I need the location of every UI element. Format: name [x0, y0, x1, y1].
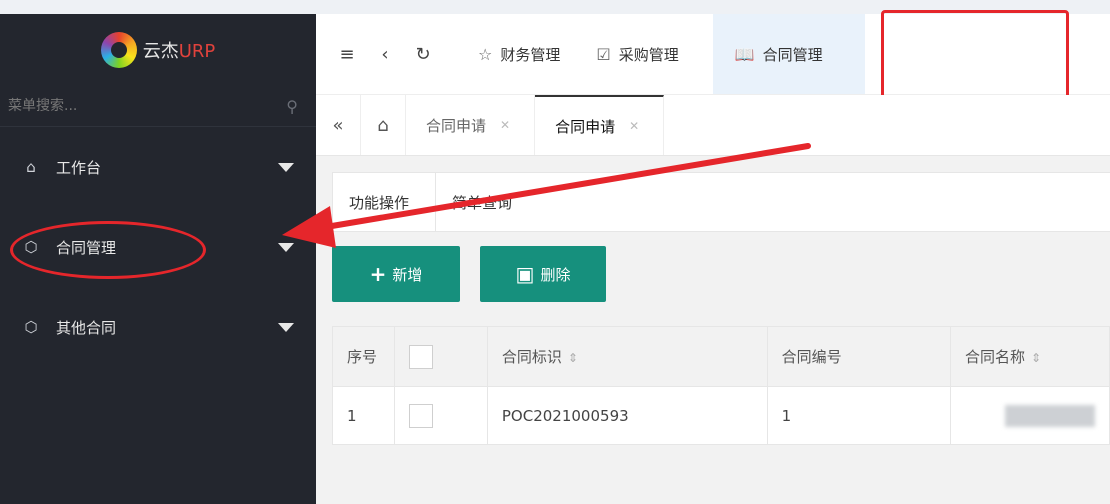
column-label: 合同标识 [501, 348, 562, 366]
top-header: ≡ ‹ ↻ ☆ 财务管理 ☑ 采购管理 📖 合同管理 [316, 14, 1110, 95]
sidebar-item-label: 合同管理 [56, 238, 117, 257]
double-chevron-left-icon[interactable]: « [316, 95, 361, 155]
cell-contract-name [950, 386, 1110, 445]
caret-down-icon [278, 162, 294, 172]
shield-check-icon: ☑ [596, 44, 611, 64]
caret-down-icon [278, 322, 294, 332]
refresh-icon[interactable]: ↻ [404, 44, 442, 65]
module-label: 合同管理 [762, 45, 823, 64]
sidebar-item-label: 工作台 [56, 158, 102, 177]
tab-contract-apply[interactable]: 合同申请 ✕ [406, 95, 536, 155]
book-icon: 📖 [734, 44, 755, 64]
select-all-checkbox[interactable] [408, 344, 433, 369]
module-purchasing[interactable]: ☑ 采购管理 [596, 14, 678, 94]
caret-down-icon [278, 242, 294, 252]
column-header-contract-id[interactable]: 合同标识 ⇕ [486, 326, 768, 387]
add-button-label: 新增 [392, 265, 423, 284]
module-label: 财务管理 [500, 45, 561, 64]
cell-contract-id: POC2021000593 [486, 386, 768, 445]
sidebar: 云杰URP ⚲ ⌂ 工作台 ⬡ 合同管理 ⬡ 其他合同 [0, 14, 316, 504]
contract-table: 序号 合同标识 ⇕ 合同编号 合同名称 ⇕ 1 POC2021000593 1 [332, 326, 1110, 445]
module-contract[interactable]: 📖 合同管理 [712, 14, 865, 94]
sidebar-item-other-contracts[interactable]: ⬡ 其他合同 [0, 287, 316, 367]
module-label: 采购管理 [618, 45, 679, 64]
close-icon[interactable]: ✕ [500, 118, 510, 132]
sidebar-item-label: 其他合同 [56, 318, 117, 337]
redacted-value [1005, 404, 1095, 427]
sidebar-item-contract-management[interactable]: ⬡ 合同管理 [0, 207, 316, 287]
tab-label: 合同申请 [426, 116, 487, 135]
tab-label: 合同申请 [555, 117, 616, 136]
logo: 云杰URP [0, 14, 316, 86]
column-header-contract-number: 合同编号 [766, 326, 952, 387]
subtab-function-ops[interactable]: 功能操作 [333, 173, 437, 231]
star-icon: ☆ [478, 44, 493, 64]
cube-icon: ⬡ [24, 318, 38, 336]
cube-icon: ⬡ [24, 238, 38, 256]
menu-search-input[interactable] [6, 97, 210, 115]
back-icon[interactable]: ‹ [366, 44, 404, 65]
cell-contract-number: 1 [766, 386, 952, 445]
home-icon[interactable]: ⌂ [361, 95, 406, 155]
logo-mark-icon [100, 32, 137, 68]
add-button[interactable]: + 新增 [332, 246, 460, 302]
search-icon[interactable]: ⚲ [286, 97, 298, 116]
menu-collapse-icon[interactable]: ≡ [328, 44, 366, 65]
row-checkbox[interactable] [408, 403, 433, 428]
column-header-index: 序号 [332, 326, 395, 387]
sidebar-item-workbench[interactable]: ⌂ 工作台 [0, 127, 316, 207]
table-header-row: 序号 合同标识 ⇕ 合同编号 合同名称 ⇕ [332, 326, 1110, 387]
cell-index: 1 [332, 386, 395, 445]
logo-text: 云杰URP [142, 41, 216, 62]
sort-icon[interactable]: ⇕ [568, 351, 578, 365]
home-icon: ⌂ [26, 158, 36, 176]
plus-icon: + [369, 262, 387, 286]
subtab-simple-query[interactable]: 简单查询 [436, 173, 528, 231]
column-header-contract-name[interactable]: 合同名称 ⇕ [950, 326, 1110, 387]
column-label: 合同名称 [965, 348, 1026, 366]
module-finance[interactable]: ☆ 财务管理 [478, 14, 560, 94]
menu-search: ⚲ [0, 86, 316, 127]
cell-select [393, 386, 488, 445]
sort-icon[interactable]: ⇕ [1031, 351, 1041, 365]
table-row[interactable]: 1 POC2021000593 1 [332, 386, 1110, 445]
delete-button-label: 删除 [540, 265, 571, 284]
column-header-select [393, 326, 488, 387]
browser-bookmark-strip [0, 0, 1110, 15]
trash-icon: ▣ [515, 262, 535, 286]
subtab-bar: 功能操作 简单查询 [332, 172, 1110, 232]
close-icon[interactable]: ✕ [629, 119, 639, 133]
tab-bar: « ⌂ 合同申请 ✕ 合同申请 ✕ [316, 95, 1110, 156]
content-area: 功能操作 简单查询 + 新增 ▣ 删除 序号 合同标识 ⇕ 合同编号 合同名称 ⇕ … [316, 156, 1110, 504]
delete-button[interactable]: ▣ 删除 [480, 246, 606, 302]
tab-contract-apply-active[interactable]: 合同申请 ✕ [535, 95, 665, 155]
